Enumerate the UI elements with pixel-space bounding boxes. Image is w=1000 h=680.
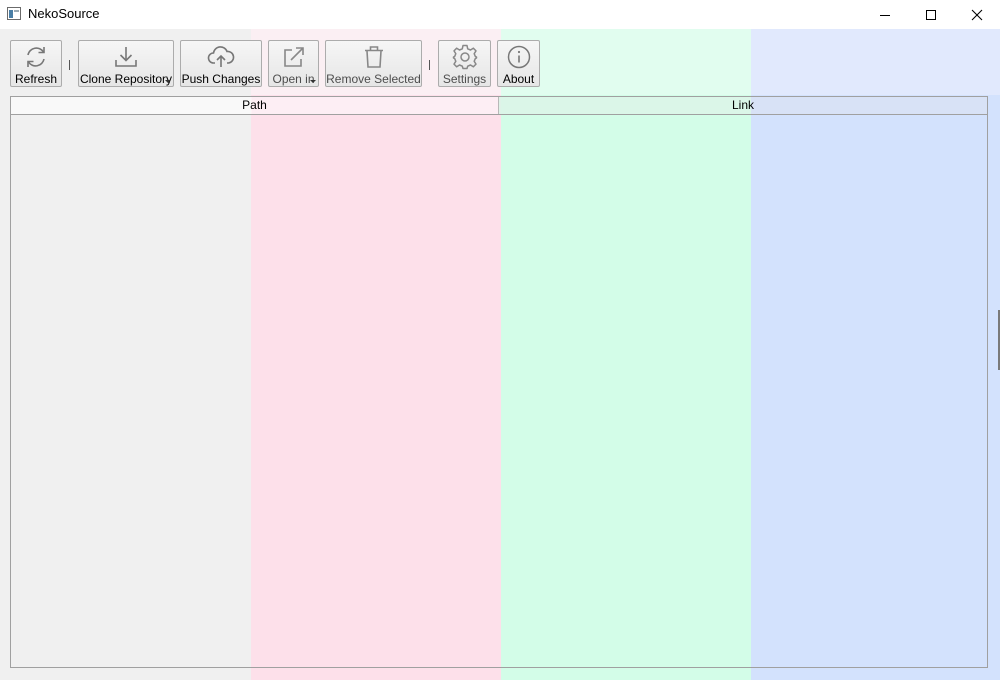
repository-table[interactable]: Path Link: [10, 96, 988, 668]
minimize-button[interactable]: [862, 0, 908, 29]
chevron-down-icon: [310, 80, 316, 83]
external-link-icon: [283, 47, 304, 67]
remove-selected-label: Remove Selected: [326, 72, 421, 86]
toolbar-separator: [69, 60, 70, 70]
remove-selected-button[interactable]: Remove Selected: [325, 40, 422, 87]
minimize-icon: [880, 14, 890, 16]
table-header: Path Link: [11, 97, 987, 115]
title-bar[interactable]: NekoSource: [0, 0, 1000, 29]
trash-icon: [364, 46, 383, 68]
main-window: NekoSource Refresh Clone Repository Push…: [0, 0, 1000, 680]
close-icon: [971, 9, 983, 20]
close-button[interactable]: [954, 0, 1000, 29]
info-icon: [507, 45, 530, 69]
clone-repository-label: Clone Repository: [79, 72, 173, 86]
push-changes-button[interactable]: Push Changes: [180, 40, 262, 87]
settings-label: Settings: [442, 72, 487, 86]
push-changes-label: Push Changes: [181, 72, 261, 86]
cloud-upload-icon: [207, 46, 235, 67]
refresh-label: Refresh: [14, 72, 58, 86]
column-header-path[interactable]: Path: [11, 97, 499, 114]
gear-icon: [452, 44, 477, 70]
chevron-down-icon: [165, 80, 171, 83]
open-in-button[interactable]: Open in: [268, 40, 319, 87]
column-header-link[interactable]: Link: [499, 97, 987, 114]
maximize-button[interactable]: [908, 0, 954, 29]
about-button[interactable]: About: [497, 40, 540, 87]
about-label: About: [502, 72, 535, 86]
table-body[interactable]: [11, 115, 987, 667]
toolbar-separator: [429, 60, 430, 70]
open-in-label: Open in: [272, 72, 315, 86]
refresh-icon: [27, 47, 45, 67]
window-title: NekoSource: [28, 6, 100, 21]
app-icon: [7, 7, 21, 20]
maximize-icon: [926, 9, 936, 20]
toolbar: Refresh Clone Repository Push Changes Op…: [0, 29, 1000, 95]
refresh-button[interactable]: Refresh: [10, 40, 62, 87]
clone-repository-button[interactable]: Clone Repository: [78, 40, 174, 87]
settings-button[interactable]: Settings: [438, 40, 491, 87]
download-icon: [115, 47, 137, 67]
